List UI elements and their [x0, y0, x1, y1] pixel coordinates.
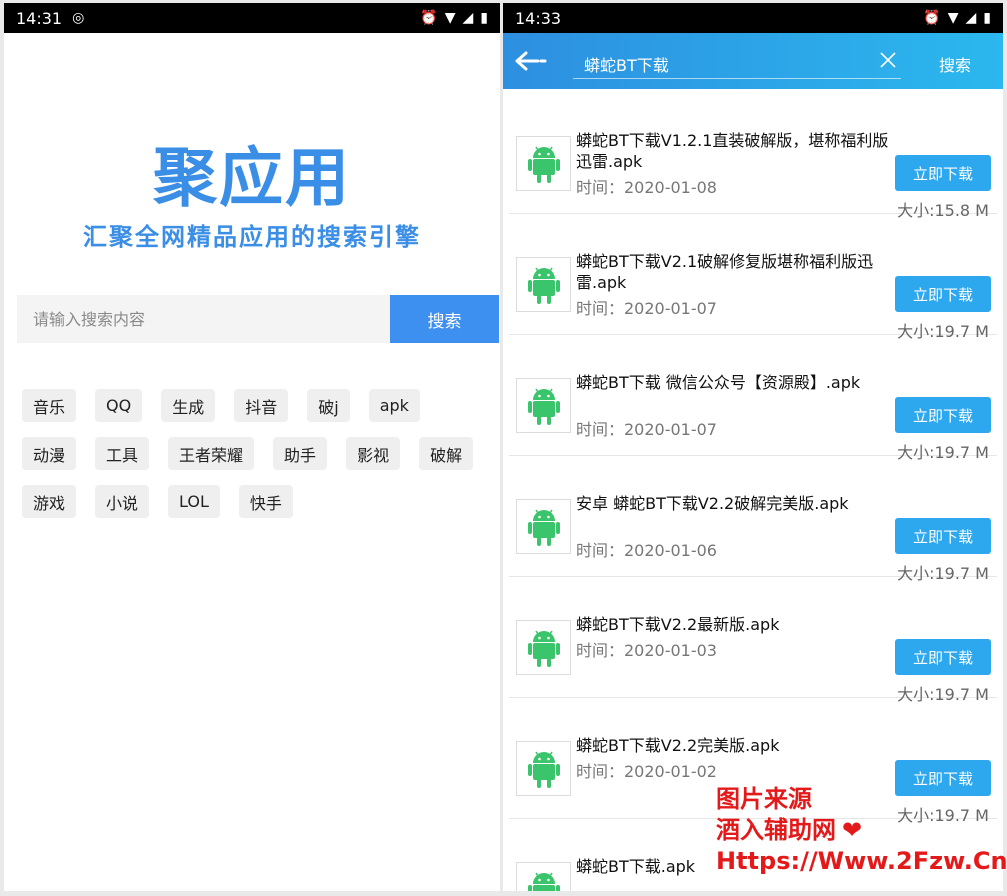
results-screen: 14:33 ⏰ ▼ ◢ ▮ 蟒蛇BT下载 搜索 蟒蛇BT下载V1.2.1直装破解…	[503, 3, 1003, 891]
tag-chip[interactable]: 破解	[419, 437, 474, 470]
result-item[interactable]: 蟒蛇BT下载V2.2最新版.apk 时间：2020-01-03 立即下载 大小:19.…	[509, 577, 997, 704]
tag-chip[interactable]: apk	[368, 389, 420, 422]
logo-title: 聚应用	[153, 142, 351, 216]
watermark-line-3: Https://Www.2Fzw.Cn	[716, 847, 1007, 875]
alarm-icon: ⏰	[420, 10, 438, 26]
signal-icon: ◢	[965, 10, 977, 26]
tag-chip[interactable]: 抖音	[234, 389, 289, 422]
status-bar: 14:33 ⏰ ▼ ◢ ▮	[503, 3, 1003, 33]
app-icon	[516, 862, 571, 891]
result-item[interactable]: 蟒蛇BT下载V2.1破解修复版堪称福利版迅雷.apk 时间：2020-01-07 立…	[509, 214, 997, 341]
download-button[interactable]: 立即下载	[895, 397, 991, 433]
alarm-icon: ⏰	[923, 10, 941, 26]
search-input[interactable]	[17, 295, 390, 343]
app-icon	[516, 378, 571, 433]
tag-chip[interactable]: 王者荣耀	[168, 437, 255, 470]
result-date: 时间：2020-01-07	[576, 299, 717, 318]
app-icon	[516, 620, 571, 675]
signal-icon: ◢	[462, 10, 474, 26]
result-item[interactable]: 安卓 蟒蛇BT下载V2.2破解完美版.apk 时间：2020-01-06 立即下载大…	[509, 456, 997, 583]
result-date: 时间：2020-01-02	[576, 762, 717, 781]
android-icon	[527, 751, 560, 788]
tag-chip[interactable]: 音乐	[22, 389, 77, 422]
app-logo: 聚应用 汇聚全网精品应用的搜索引擎	[4, 143, 500, 252]
status-time: 14:33	[515, 8, 562, 28]
tag-chip[interactable]: 助手	[273, 437, 328, 470]
android-icon	[527, 388, 560, 425]
result-title: 安卓 蟒蛇BT下载V2.2破解完美版.apk	[576, 494, 849, 513]
battery-icon: ▮	[983, 10, 991, 26]
topbar-search-button[interactable]: 搜索	[939, 52, 971, 76]
clear-icon[interactable]	[879, 51, 897, 69]
wifi-icon: ▼	[444, 10, 456, 26]
result-item[interactable]: 蟒蛇BT下载V1.2.1直装破解版，堪称福利版迅雷.apk 时间：2020-01-…	[509, 93, 997, 220]
home-screen: 14:31 ◎ ⏰ ▼ ◢ ▮ 聚应用 汇聚全网精品应用的搜索引擎 搜索 音乐 Q…	[4, 3, 500, 891]
search-button[interactable]: 搜索	[390, 295, 499, 343]
download-button[interactable]: 立即下载	[895, 276, 991, 312]
sync-icon: ◎	[72, 10, 85, 26]
android-icon	[527, 509, 560, 546]
result-date: 时间：2020-01-03	[576, 641, 717, 660]
logo-subtitle: 汇聚全网精品应用的搜索引擎	[83, 223, 421, 251]
heart-icon: ❤	[842, 816, 863, 844]
download-button[interactable]: 立即下载	[895, 155, 991, 191]
query-text: 蟒蛇BT下载	[584, 56, 669, 75]
results-list: 蟒蛇BT下载V1.2.1直装破解版，堪称福利版迅雷.apk 时间：2020-01-…	[503, 93, 1003, 891]
result-date: 时间：2020-01-08	[576, 178, 717, 197]
status-bar: 14:31 ◎ ⏰ ▼ ◢ ▮	[4, 3, 500, 33]
hot-tags: 音乐 QQ 生成 抖音 破j apk 动漫 工具 王者荣耀 助手 影视 破解游戏 小说 LOL 快手	[22, 389, 492, 518]
download-button[interactable]: 立即下载	[895, 518, 991, 554]
watermark-line-1: 图片来源	[716, 785, 812, 813]
wifi-icon: ▼	[947, 10, 959, 26]
android-icon	[527, 267, 560, 304]
tag-chip[interactable]: 破j	[307, 389, 350, 422]
search-topbar: 蟒蛇BT下载 搜索	[503, 33, 1003, 89]
result-title: 蟒蛇BT下载V1.2.1直装破解版，堪称福利版迅雷.apk	[576, 131, 889, 171]
result-date: 时间：2020-01-07	[576, 420, 717, 439]
tag-chip[interactable]: 快手	[238, 485, 293, 518]
tag-chip[interactable]: 生成	[161, 389, 216, 422]
app-icon	[516, 136, 571, 191]
query-field[interactable]: 蟒蛇BT下载	[573, 43, 901, 79]
result-title: 蟒蛇BT下载V2.1破解修复版堪称福利版迅雷.apk	[576, 252, 874, 292]
watermark: 图片来源 酒入辅助网 ❤ Https://Www.2Fzw.Cn	[716, 784, 1007, 877]
tag-chip[interactable]: 影视	[346, 437, 401, 470]
result-date: 时间：2020-01-06	[576, 541, 717, 560]
download-button[interactable]: 立即下载	[895, 639, 991, 675]
app-icon	[516, 741, 571, 796]
android-icon	[527, 630, 560, 667]
status-time: 14:31	[16, 8, 63, 28]
tag-chip[interactable]: 游戏	[22, 485, 77, 518]
app-icon	[516, 499, 571, 554]
back-arrow-icon	[515, 51, 547, 71]
app-icon	[516, 257, 571, 312]
tag-chip[interactable]: LOL	[168, 485, 220, 518]
android-icon	[527, 872, 560, 891]
search-bar: 搜索	[17, 295, 499, 343]
tag-chip[interactable]: 工具	[95, 437, 150, 470]
result-title: 蟒蛇BT下载 微信公众号【资源殿】.apk	[576, 373, 861, 392]
tag-chip[interactable]: 小说	[95, 485, 150, 518]
tag-chip[interactable]: 动漫	[22, 437, 77, 470]
battery-icon: ▮	[480, 10, 488, 26]
back-button[interactable]	[503, 33, 559, 89]
result-title: 蟒蛇BT下载V2.2完美版.apk	[576, 736, 780, 755]
watermark-line-2: 酒入辅助网	[716, 816, 836, 844]
android-icon	[527, 146, 560, 183]
result-title: 蟒蛇BT下载V2.2最新版.apk	[576, 615, 780, 634]
tag-chip[interactable]: QQ	[95, 389, 143, 422]
result-item[interactable]: 蟒蛇BT下载 微信公众号【资源殿】.apk 时间：2020-01-07 立即下载 大小…	[509, 335, 997, 462]
